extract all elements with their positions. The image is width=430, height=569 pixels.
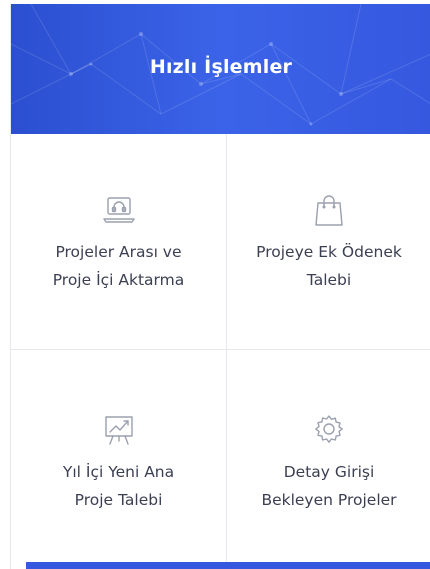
quick-actions-grid: Projeler Arası ve Proje İçi Aktarma Proj…: [11, 134, 430, 569]
presentation-chart-icon: [104, 416, 133, 445]
quick-actions-card: Hızlı İşlemler Projeler Arası ve Proje İ…: [10, 4, 430, 569]
tile-label: Projeye Ek Ödenek Talebi: [227, 238, 430, 294]
tile-label-line2: Proje Talebi: [74, 491, 163, 509]
quick-actions-title: Hızlı İşlemler: [149, 56, 293, 78]
tile-label: Projeler Arası ve Proje İçi Aktarma: [11, 238, 226, 294]
bottom-accent-bar: [26, 562, 430, 569]
tile-label-line2: Proje İçi Aktarma: [52, 271, 185, 289]
tile-label-line1: Detay Girişi: [283, 463, 375, 481]
tile-new-main-project-request[interactable]: Yıl İçi Yeni Ana Proje Talebi: [11, 350, 227, 569]
tile-label-line1: Yıl İçi Yeni Ana: [62, 463, 175, 481]
tile-label-line1: Projeye Ek Ödenek: [256, 243, 402, 261]
tile-label-line1: Projeler Arası ve: [55, 243, 182, 261]
tile-label: Yıl İçi Yeni Ana Proje Talebi: [11, 458, 226, 514]
shopping-bag-icon: [315, 195, 343, 226]
tile-label: Detay Girişi Bekleyen Projeler: [227, 458, 430, 514]
tile-inter-project-transfer[interactable]: Projeler Arası ve Proje İçi Aktarma: [11, 134, 227, 350]
quick-actions-header: Hızlı İşlemler: [11, 4, 430, 134]
tile-label-line2: Talebi: [306, 271, 352, 289]
tile-pending-detail-entry[interactable]: Detay Girişi Bekleyen Projeler: [227, 350, 430, 569]
laptop-support-icon: [102, 197, 135, 223]
tile-additional-allowance[interactable]: Projeye Ek Ödenek Talebi: [227, 134, 430, 350]
tile-label-line2: Bekleyen Projeler: [261, 491, 397, 509]
gear-icon: [315, 415, 343, 443]
